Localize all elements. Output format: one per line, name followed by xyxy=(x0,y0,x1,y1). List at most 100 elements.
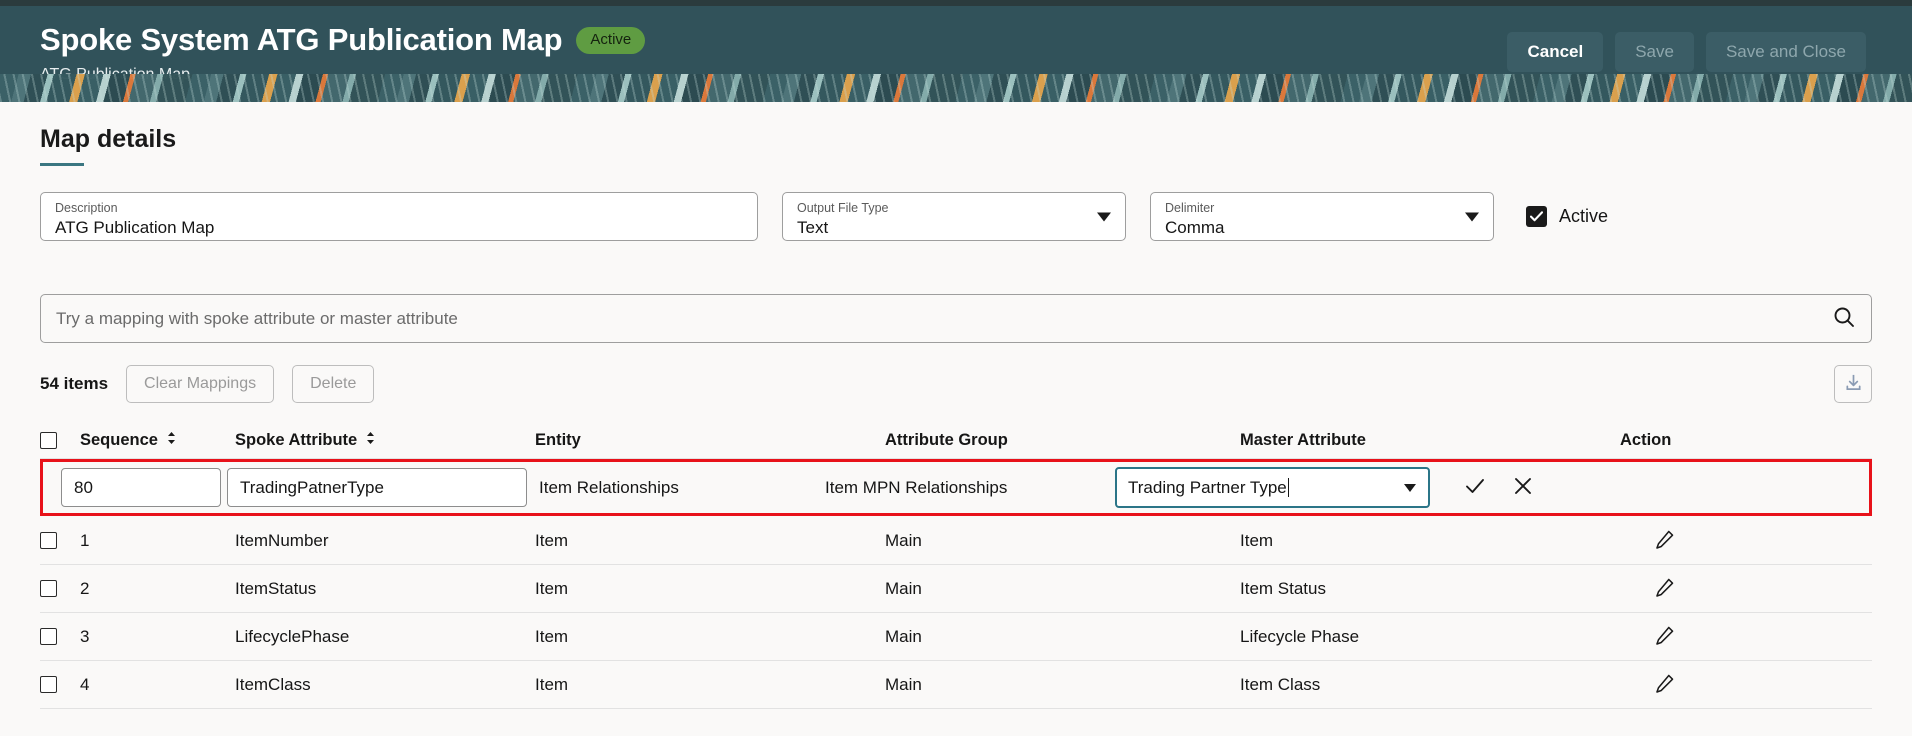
edit-row-button[interactable] xyxy=(1654,625,1675,649)
edit-pencil-icon xyxy=(1654,529,1675,553)
description-label: Description xyxy=(55,200,118,215)
row-select-cell[interactable] xyxy=(40,532,80,549)
edit-row-button[interactable] xyxy=(1654,577,1675,601)
output-file-type-value: Text xyxy=(797,217,829,237)
edit-entity-value: Item Relationships xyxy=(539,477,679,497)
section-title-underline xyxy=(40,163,84,166)
delimiter-select[interactable]: Delimiter Comma xyxy=(1150,192,1494,241)
edit-master-attribute-combobox[interactable]: Trading Partner Type xyxy=(1115,467,1430,508)
select-all-checkbox[interactable] xyxy=(40,432,57,449)
cell-action xyxy=(1620,577,1872,601)
status-badge: Active xyxy=(576,26,646,54)
row-checkbox[interactable] xyxy=(40,676,57,693)
output-file-type-label: Output File Type xyxy=(797,200,889,215)
confirm-edit-button[interactable] xyxy=(1464,475,1486,500)
active-checkbox-wrap[interactable]: Active xyxy=(1526,206,1608,227)
row-checkbox[interactable] xyxy=(40,580,57,597)
cell-master-attribute: Lifecycle Phase xyxy=(1240,626,1360,646)
cell-sequence: 4 xyxy=(80,674,90,694)
cell-sequence: 1 xyxy=(80,530,90,550)
edit-row-actions xyxy=(1464,475,1534,500)
check-icon xyxy=(1464,475,1486,500)
cancel-edit-button[interactable] xyxy=(1512,475,1534,500)
checkbox-checked-icon[interactable] xyxy=(1526,206,1547,227)
section-title: Map details xyxy=(40,125,177,153)
table-rows-container: 1 ItemNumber Item Main Item 2 ItemStatus Item Ma… xyxy=(40,517,1872,709)
decorative-pattern-band xyxy=(0,74,1912,102)
cell-master-attribute: Item xyxy=(1240,530,1274,550)
text-cursor xyxy=(1287,478,1289,497)
column-header-spoke-attribute[interactable]: Spoke Attribute xyxy=(235,431,535,450)
cell-spoke-attribute: ItemStatus xyxy=(235,578,317,598)
column-header-attribute-group: Attribute Group xyxy=(885,431,1008,449)
column-header-action: Action xyxy=(1620,431,1672,449)
cell-sequence: 2 xyxy=(80,578,90,598)
edit-attribute-group-value: Item MPN Relationships xyxy=(825,477,1008,497)
cell-action xyxy=(1620,673,1872,697)
close-icon xyxy=(1512,475,1534,500)
cell-attribute-group: Main xyxy=(885,530,922,550)
items-count: 54 items xyxy=(40,374,109,393)
cell-action xyxy=(1620,625,1872,649)
column-label: Sequence xyxy=(80,431,158,449)
description-field[interactable]: Description ATG Publication Map xyxy=(40,192,758,241)
cell-entity: Item xyxy=(535,626,569,646)
delete-button[interactable]: Delete xyxy=(292,365,375,403)
edit-row-button[interactable] xyxy=(1654,673,1675,697)
cell-entity: Item xyxy=(535,674,569,694)
cell-spoke-attribute: ItemNumber xyxy=(235,530,329,550)
row-select-cell[interactable] xyxy=(40,580,80,597)
save-button[interactable]: Save xyxy=(1615,32,1694,72)
map-details-form: Description ATG Publication Map Output F… xyxy=(40,192,1872,241)
edit-spoke-attribute-input[interactable] xyxy=(227,468,527,507)
edit-pencil-icon xyxy=(1654,673,1675,697)
search-icon xyxy=(1832,305,1856,332)
cell-spoke-attribute: ItemClass xyxy=(235,674,311,694)
cell-attribute-group: Main xyxy=(885,578,922,598)
select-all-cell[interactable] xyxy=(40,432,80,449)
row-select-cell[interactable] xyxy=(40,628,80,645)
row-select-cell[interactable] xyxy=(40,676,80,693)
table-header-row: Sequence Spoke Attribute Entity Attribut… xyxy=(40,423,1872,459)
table-edit-row: Item Relationships Item MPN Relationship… xyxy=(40,459,1872,516)
cell-sequence: 3 xyxy=(80,626,90,646)
download-icon xyxy=(1844,373,1863,395)
sort-icon[interactable] xyxy=(365,431,376,450)
table-toolbar: 54 items Clear Mappings Delete xyxy=(40,365,1872,403)
clear-mappings-button[interactable]: Clear Mappings xyxy=(126,365,275,403)
row-checkbox[interactable] xyxy=(40,532,57,549)
section-title-wrap: Map details xyxy=(40,102,1872,166)
search-button[interactable] xyxy=(1824,299,1864,339)
save-and-close-button[interactable]: Save and Close xyxy=(1705,32,1866,72)
sort-icon[interactable] xyxy=(166,431,177,450)
table-row: 2 ItemStatus Item Main Item Status xyxy=(40,565,1872,613)
delimiter-label: Delimiter xyxy=(1165,200,1215,215)
page-title: Spoke System ATG Publication Map xyxy=(40,22,563,57)
column-header-sequence[interactable]: Sequence xyxy=(80,431,235,450)
header-actions: Cancel Save Save and Close xyxy=(1507,22,1866,72)
cell-entity: Item xyxy=(535,530,569,550)
output-file-type-select[interactable]: Output File Type Text xyxy=(782,192,1126,241)
search-input[interactable] xyxy=(40,294,1872,343)
active-checkbox-label: Active xyxy=(1559,206,1609,226)
cell-master-attribute: Item Class xyxy=(1240,674,1321,694)
edit-sequence-input[interactable] xyxy=(61,468,221,507)
edit-pencil-icon xyxy=(1654,577,1675,601)
cell-attribute-group: Main xyxy=(885,674,922,694)
table-row: 3 LifecyclePhase Item Main Lifecycle Phase xyxy=(40,613,1872,661)
app-header: Spoke System ATG Publication Map Active … xyxy=(0,0,1912,102)
description-value: ATG Publication Map xyxy=(55,217,215,237)
table-row: 1 ItemNumber Item Main Item xyxy=(40,517,1872,565)
column-label: Spoke Attribute xyxy=(235,431,358,449)
download-button[interactable] xyxy=(1834,365,1872,403)
search-bar xyxy=(40,294,1872,343)
cancel-button[interactable]: Cancel xyxy=(1507,32,1604,72)
delimiter-value: Comma xyxy=(1165,217,1225,237)
mappings-table: Sequence Spoke Attribute Entity Attribut… xyxy=(40,423,1872,709)
cell-action xyxy=(1620,529,1872,553)
column-header-master-attribute: Master Attribute xyxy=(1240,431,1366,449)
row-checkbox[interactable] xyxy=(40,628,57,645)
edit-row-button[interactable] xyxy=(1654,529,1675,553)
cell-attribute-group: Main xyxy=(885,626,922,646)
cell-spoke-attribute: LifecyclePhase xyxy=(235,626,350,646)
